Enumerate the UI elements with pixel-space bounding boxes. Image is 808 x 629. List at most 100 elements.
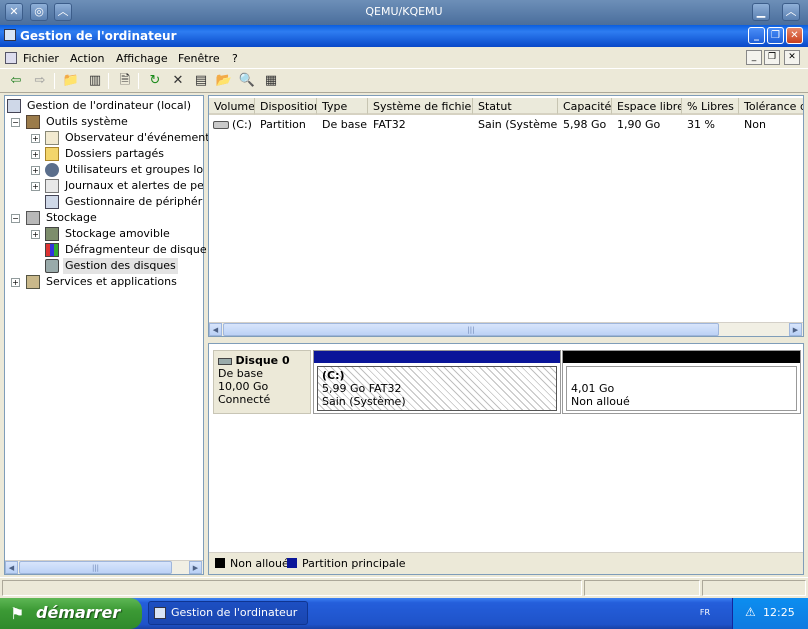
toolbar-separator	[138, 73, 139, 89]
expand-icon[interactable]: +	[31, 182, 40, 191]
refresh-icon[interactable]: ↻	[146, 72, 164, 90]
disk-info-panel[interactable]: Disque 0 De base 10,00 Go Connecté	[213, 350, 311, 414]
legend-primary-swatch	[287, 558, 297, 568]
computer-management-icon	[4, 29, 16, 41]
find-icon[interactable]: 🔍	[238, 72, 256, 90]
computer-management-icon	[154, 607, 166, 619]
tree-item-stockage[interactable]: − Stockage	[7, 210, 203, 226]
partition-status: Sain (Système)	[322, 395, 406, 408]
column-header-status[interactable]: Statut	[473, 98, 558, 115]
partition-c-segment[interactable]: (C:) 5,99 Go FAT32 Sain (Système)	[313, 350, 561, 414]
tree-item-utilisateurs[interactable]: + Utilisateurs et groupes locaux	[7, 162, 203, 178]
open-folder-icon[interactable]: 📂	[215, 72, 233, 90]
cell-free-space: 1,90 Go	[617, 118, 661, 131]
child-minimize-button[interactable]: _	[746, 50, 762, 65]
tree-item-disques[interactable]: Gestion des disques	[7, 258, 203, 274]
menu-bar: Fichier Action Affichage Fenêtre ? _ ❐ ✕	[0, 47, 808, 69]
toolbar-separator	[108, 73, 109, 89]
collapse-icon[interactable]: −	[11, 214, 20, 223]
legend-primary-label: Partition principale	[302, 557, 406, 570]
tree-item-outils[interactable]: − Outils système	[7, 114, 203, 130]
tree-item-observateur[interactable]: + Observateur d'événements	[7, 130, 215, 146]
tree-label: Gestion de l'ordinateur (local)	[27, 99, 192, 112]
start-button[interactable]: ⚑ démarrer	[0, 598, 142, 629]
column-header-fault-tolerance[interactable]: Tolérance de pannes	[739, 98, 803, 115]
tree-item-root[interactable]: Gestion de l'ordinateur (local)	[7, 98, 203, 114]
tree-label: Défragmenteur de disque	[65, 243, 207, 256]
cell-volume: (C:)	[232, 118, 252, 131]
child-close-button[interactable]: ✕	[784, 50, 800, 65]
disk-icon	[218, 357, 232, 365]
users-icon	[45, 163, 59, 177]
expand-icon[interactable]: +	[31, 166, 40, 175]
column-header-free-space[interactable]: Espace libre	[612, 98, 682, 115]
cell-fault-tolerance: Non	[744, 118, 766, 131]
column-header-filesystem[interactable]: Système de fichiers	[368, 98, 473, 115]
tree-horizontal-scrollbar[interactable]: ◀ ||| ▶	[5, 560, 203, 574]
partition-c-body[interactable]: (C:) 5,99 Go FAT32 Sain (Système)	[317, 366, 557, 411]
list-horizontal-scrollbar[interactable]: ◀ ||| ▶	[209, 322, 803, 336]
status-pane-2	[584, 580, 700, 596]
scroll-right-icon[interactable]: ▶	[189, 561, 202, 574]
column-header-capacity[interactable]: Capacité	[558, 98, 612, 115]
disk-graphical-view[interactable]: Disque 0 De base 10,00 Go Connecté (C:) …	[208, 343, 804, 575]
console-tree[interactable]: Gestion de l'ordinateur (local) − Outils…	[4, 95, 215, 575]
menu-fichier[interactable]: Fichier	[23, 52, 59, 65]
menu-action[interactable]: Action	[70, 52, 104, 65]
column-header-type[interactable]: Type	[317, 98, 368, 115]
collapse-icon[interactable]: −	[11, 118, 20, 127]
scroll-left-icon[interactable]: ◀	[209, 323, 222, 336]
computer-icon	[7, 99, 21, 113]
tree-label: Journaux et alertes de performance	[65, 179, 203, 192]
storage-icon	[26, 211, 40, 225]
expand-icon[interactable]: +	[31, 150, 40, 159]
tree-item-services[interactable]: + Services et applications	[7, 274, 203, 290]
legend: Non alloué Partition principale	[209, 552, 803, 574]
tree-item-gestionnaire[interactable]: Gestionnaire de périphériques	[7, 194, 203, 210]
tree-item-journaux[interactable]: + Journaux et alertes de performance	[7, 178, 203, 194]
tree-item-dossiers[interactable]: + Dossiers partagés	[7, 146, 203, 162]
clock[interactable]: 12:25	[763, 606, 795, 619]
menu-help[interactable]: ?	[232, 52, 238, 65]
child-restore-button[interactable]: ❐	[764, 50, 780, 65]
tray-security-icon[interactable]: ⚠	[745, 605, 759, 621]
partition-label: (C:)	[322, 369, 345, 382]
up-folder-icon[interactable]: 📁	[62, 72, 80, 90]
scroll-thumb[interactable]: |||	[223, 323, 719, 336]
menu-affichage[interactable]: Affichage	[116, 52, 168, 65]
volume-list[interactable]: Volume Disposition Type Système de fichi…	[208, 95, 804, 337]
properties-sheet-icon[interactable]: ▤	[192, 72, 210, 90]
window-close-button[interactable]: ✕	[786, 27, 803, 44]
properties-icon[interactable]: 🗎	[116, 72, 134, 90]
tree-label: Services et applications	[46, 275, 177, 288]
expand-icon[interactable]: +	[11, 278, 20, 287]
taskbar-item-computer-management[interactable]: Gestion de l'ordinateur	[148, 601, 308, 625]
expand-icon[interactable]: +	[31, 134, 40, 143]
unallocated-body[interactable]: 4,01 Go Non alloué	[566, 366, 797, 411]
show-hide-tree-icon[interactable]: ▥	[86, 72, 104, 90]
unallocated-segment[interactable]: 4,01 Go Non alloué	[562, 350, 801, 414]
window-minimize-button[interactable]: _	[748, 27, 765, 44]
partition-size-fs: 5,99 Go FAT32	[322, 382, 402, 395]
language-indicator[interactable]: FR	[697, 606, 713, 620]
disk-management-icon	[45, 259, 59, 273]
delete-icon[interactable]: ✕	[169, 72, 187, 90]
column-header-volume[interactable]: Volume	[209, 98, 255, 115]
menu-fenetre[interactable]: Fenêtre	[178, 52, 220, 65]
back-arrow-icon[interactable]: ⇦	[7, 72, 25, 90]
host-minimize-button[interactable]: ▁	[752, 3, 770, 21]
forward-arrow-icon[interactable]: ⇨	[31, 72, 49, 90]
document-window-icon[interactable]	[5, 52, 17, 64]
export-icon[interactable]: ▦	[262, 72, 280, 90]
scroll-left-icon[interactable]: ◀	[5, 561, 18, 574]
host-maximize-button[interactable]: ︿	[782, 3, 800, 21]
tree-item-defrag[interactable]: Défragmenteur de disque	[7, 242, 207, 258]
tree-item-amovible[interactable]: + Stockage amovible	[7, 226, 203, 242]
column-header-percent-free[interactable]: % Libres	[682, 98, 739, 115]
window-restore-button[interactable]: ❐	[767, 27, 784, 44]
scroll-thumb[interactable]: |||	[19, 561, 172, 574]
expand-icon[interactable]: +	[31, 230, 40, 239]
scroll-right-icon[interactable]: ▶	[789, 323, 802, 336]
column-header-disposition[interactable]: Disposition	[255, 98, 317, 115]
window-title-bar[interactable]: Gestion de l'ordinateur _ ❐ ✕	[0, 25, 808, 47]
